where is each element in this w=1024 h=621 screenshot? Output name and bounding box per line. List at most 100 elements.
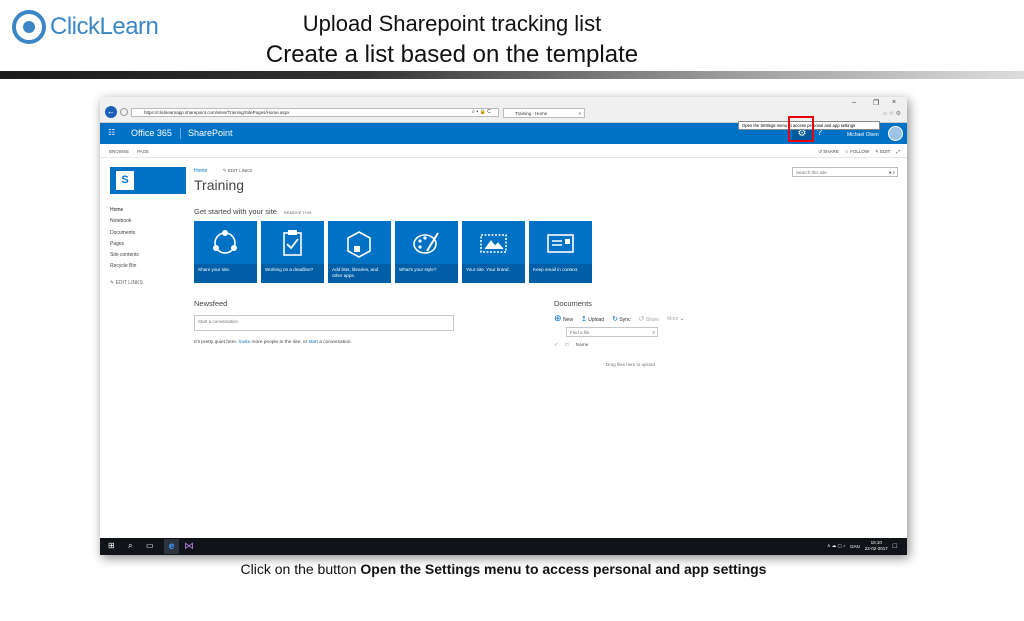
share-doc-button[interactable]: ↺ Share: [638, 315, 659, 323]
site-logo[interactable]: S: [110, 167, 186, 194]
tray-icons[interactable]: ∧ ☁ ▢ ♪: [827, 543, 845, 549]
conversation-input[interactable]: Start a conversation: [194, 315, 454, 331]
tile-share-site[interactable]: Share your site.: [194, 221, 257, 283]
language-indicator[interactable]: DAN: [850, 544, 860, 549]
browser-tool-icons[interactable]: ⌂ ☆ ⚙: [883, 110, 901, 117]
documents-commands: ⊕ New ↥ Upload ↻ Sync ↺ Share More ⌄: [554, 313, 684, 324]
back-arrow-icon[interactable]: ←: [105, 106, 117, 118]
upload-button[interactable]: ↥ Upload: [581, 315, 604, 323]
top-nav-home[interactable]: Home: [194, 168, 207, 174]
tile-deadline[interactable]: Working on a deadline?: [261, 221, 324, 283]
tile-add-apps[interactable]: Add lists, libraries, and other apps.: [328, 221, 391, 283]
avatar[interactable]: [888, 126, 903, 141]
conversation-placeholder: Start a conversation: [198, 319, 239, 324]
caption-prefix: Click on the button: [240, 561, 357, 577]
file-type-icon: □: [565, 343, 569, 348]
search-placeholder: Search this site: [796, 170, 827, 175]
documents-column-header: ✓ □ Name: [554, 343, 588, 348]
slide-subtitle: Create a list based on the template: [265, 41, 639, 68]
new-document-button[interactable]: ⊕ New: [554, 313, 573, 324]
url-text: https://clicklearnapp.sharepoint.com/sit…: [144, 110, 290, 115]
sidebar-edit-links[interactable]: ✎ EDIT LINKS: [110, 280, 143, 286]
tile-brand[interactable]: Your site. Your brand.: [462, 221, 525, 283]
tile-email[interactable]: Keep email in context.: [529, 221, 592, 283]
newsfeed-message: It's pretty quiet here. Invite more peop…: [194, 340, 352, 345]
address-controls[interactable]: ⌕ ▾ 🔒 C: [472, 109, 491, 115]
sync-button[interactable]: ↻ Sync: [612, 315, 630, 323]
getstarted-tiles: Share your site. Working on a deadline? …: [194, 221, 592, 283]
app-launcher-icon[interactable]: ☷: [108, 129, 115, 137]
chevron-down-icon: ⌄: [679, 315, 685, 322]
upload-icon: ↥: [580, 315, 587, 323]
sidebar-item-notebook[interactable]: Notebook: [110, 218, 143, 229]
sidebar-item-pages[interactable]: Pages: [110, 241, 143, 252]
browser-chrome: ← https://clicklearnapp.sharepoint.com/s…: [100, 97, 907, 123]
find-file-search-icon[interactable]: ⌕: [652, 328, 655, 337]
share-button[interactable]: ↺ SHARE: [818, 149, 839, 155]
clipboard-check-icon: [283, 230, 302, 256]
tile-caption: Add lists, libraries, and other apps.: [328, 264, 391, 283]
address-bar[interactable]: https://clicklearnapp.sharepoint.com/sit…: [131, 108, 499, 117]
top-nav-edit-links[interactable]: ✎ EDIT LINKS: [223, 168, 252, 173]
documents-heading[interactable]: Documents: [554, 299, 592, 308]
share-doc-label: Share: [645, 316, 660, 323]
tab-browse[interactable]: BROWSE: [109, 149, 129, 154]
browser-tab[interactable]: Training - Home ×: [503, 108, 585, 118]
select-all-check-icon[interactable]: ✓: [554, 343, 558, 348]
sidebar-item-home[interactable]: Home: [110, 207, 143, 218]
ribbon: BROWSE PAGE ↺ SHARE ☆ FOLLOW ✎ EDIT ⤢: [100, 144, 907, 158]
drag-files-hint: Drag files here to upload: [606, 362, 656, 367]
settings-highlight-box: [788, 116, 814, 142]
visual-studio-icon[interactable]: ⋈: [184, 540, 196, 553]
sharepoint-link[interactable]: SharePoint: [188, 128, 233, 138]
start-link[interactable]: start: [309, 340, 318, 345]
sidebar-item-recycle-bin[interactable]: Recycle Bin: [110, 263, 143, 274]
forward-arrow-icon[interactable]: [120, 108, 128, 116]
quiet-middle: more people to the site, or: [251, 340, 308, 345]
browser-window: ← https://clicklearnapp.sharepoint.com/s…: [100, 97, 907, 555]
sidebar-item-site-contents[interactable]: Site contents: [110, 252, 143, 263]
invite-link[interactable]: Invite: [239, 340, 250, 345]
sidebar-item-documents[interactable]: Documents: [110, 230, 143, 241]
follow-label: FOLLOW: [850, 149, 870, 154]
office365-link[interactable]: Office 365: [131, 128, 172, 138]
clock[interactable]: 16:10 22-02-2017: [865, 540, 888, 552]
instruction-caption: Click on the button Open the Settings me…: [0, 561, 1007, 577]
remove-this-link[interactable]: REMOVE THIS: [284, 210, 312, 215]
notifications-icon[interactable]: □: [893, 543, 897, 550]
find-file-input[interactable]: Find a file ⌕: [566, 327, 658, 337]
search-icon[interactable]: ▾ ⌕: [889, 168, 895, 177]
newsfeed-heading: Newsfeed: [194, 299, 228, 308]
restore-icon[interactable]: ❐: [873, 99, 879, 107]
taskbar-search-icon[interactable]: ⌕: [128, 541, 132, 551]
user-name[interactable]: Michael Olsen: [847, 132, 879, 138]
minimize-icon[interactable]: –: [852, 99, 856, 106]
ribbon-actions: ↺ SHARE ☆ FOLLOW ✎ EDIT ⤢: [818, 149, 900, 155]
tab-title: Training - Home: [515, 111, 548, 116]
task-view-icon[interactable]: ▭: [146, 541, 154, 550]
follow-button[interactable]: ☆ FOLLOW: [845, 149, 869, 155]
focus-content-icon[interactable]: ⤢: [896, 149, 900, 155]
sidebar-edit-label: EDIT LINKS: [115, 279, 143, 286]
site-search-input[interactable]: Search this site ▾ ⌕: [792, 167, 898, 177]
top-nav: Home ✎ EDIT LINKS: [194, 168, 252, 174]
tile-caption: Keep email in context.: [529, 264, 592, 283]
tab-close-icon[interactable]: ×: [578, 109, 581, 118]
top-nav-edit-label: EDIT LINKS: [227, 168, 253, 173]
edit-label: EDIT: [880, 149, 891, 154]
internet-explorer-icon[interactable]: e: [164, 539, 179, 554]
tile-caption: What's your style?: [395, 264, 458, 283]
window-close-icon[interactable]: ×: [892, 99, 896, 106]
edit-button[interactable]: ✎ EDIT: [875, 149, 890, 155]
header-divider: [0, 71, 1024, 79]
upload-label: Upload: [588, 316, 605, 323]
tab-page[interactable]: PAGE: [137, 149, 149, 154]
windows-start-icon[interactable]: ⊞: [108, 541, 115, 550]
tile-style[interactable]: What's your style?: [395, 221, 458, 283]
quiet-suffix: a conversation.: [319, 340, 352, 345]
more-button[interactable]: More ⌄: [667, 316, 684, 322]
site-title[interactable]: Training: [194, 177, 244, 193]
sync-icon: ↻: [612, 315, 618, 323]
name-column-header[interactable]: Name: [576, 343, 589, 348]
tile-caption: Share your site.: [194, 264, 257, 283]
